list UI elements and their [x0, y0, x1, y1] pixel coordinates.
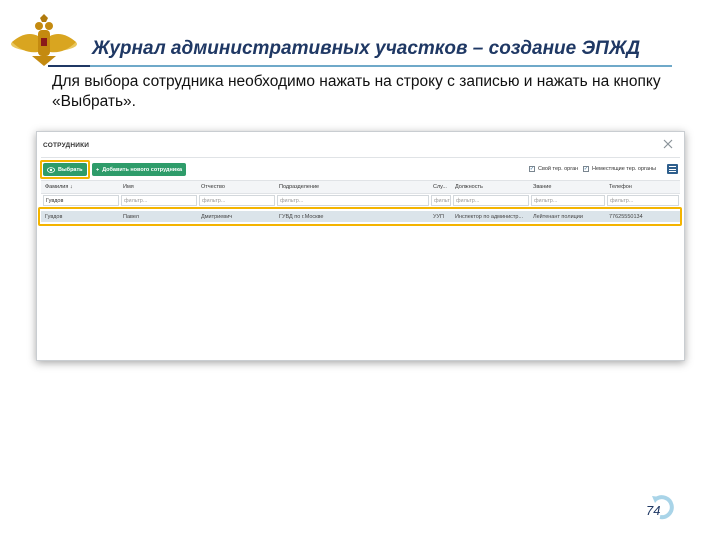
checkbox-own-territory-box[interactable]: ✓ [529, 166, 535, 172]
column-header-surname[interactable]: Фамилия ↓ [43, 181, 119, 193]
column-header-phone[interactable]: Телефон [607, 181, 679, 193]
selected-row-highlight [38, 207, 682, 226]
column-header-rank[interactable]: Звание [531, 181, 605, 193]
double-headed-eagle-emblem [11, 14, 77, 66]
column-header-patronymic[interactable]: Отчество [199, 181, 275, 193]
filter-rank-input[interactable]: фильтр... [531, 195, 605, 206]
select-button-highlight [40, 160, 90, 179]
page-number: 74 [646, 503, 661, 518]
column-header-department[interactable]: Подразделение [277, 181, 429, 193]
close-icon[interactable] [662, 138, 674, 150]
add-employee-button-label: Добавить нового сотрудника [102, 166, 182, 173]
title-underline [48, 65, 672, 67]
checkbox-own-territory[interactable]: ✓ Свой тер. орган [529, 166, 578, 172]
add-employee-button[interactable]: Добавить нового сотрудника [92, 163, 186, 176]
title-underline-accent [48, 65, 90, 67]
instruction-text: Для выбора сотрудника необходимо нажать … [52, 73, 661, 110]
plus-icon [96, 168, 99, 171]
filter-department-input[interactable]: фильтр... [277, 195, 429, 206]
checkbox-other-territories[interactable]: ✓ Неместящие тер. органы [583, 166, 656, 172]
filter-surname-input[interactable]: Гувдов [43, 195, 119, 206]
column-header-service[interactable]: Слу... [431, 181, 451, 193]
filter-service-input[interactable]: фильт [431, 195, 451, 206]
table-header: Фамилия ↓ Имя Отчество Подразделение Слу… [41, 180, 680, 194]
filter-name-input[interactable]: фильтр... [121, 195, 197, 206]
column-header-position[interactable]: Должность [453, 181, 529, 193]
dialog-title: СОТРУДНИКИ [43, 142, 90, 149]
column-menu-icon[interactable] [667, 164, 678, 174]
filter-patronymic-input[interactable]: фильтр... [199, 195, 275, 206]
employees-dialog: СОТРУДНИКИ Выбрать Добавить нового сотру… [36, 131, 685, 361]
dialog-divider [41, 157, 680, 158]
checkbox-own-territory-label: Свой тер. орган [538, 166, 579, 172]
filter-row: Гувдов фильтр... фильтр... фильтр... фил… [41, 195, 680, 207]
filter-position-input[interactable]: фильтр... [453, 195, 529, 206]
filter-phone-input[interactable]: фильтр... [607, 195, 679, 206]
checkbox-other-territories-box[interactable]: ✓ [583, 166, 589, 172]
slide-title: Журнал административных участков – созда… [92, 38, 641, 59]
column-header-name[interactable]: Имя [121, 181, 197, 193]
checkbox-other-territories-label: Неместящие тер. органы [592, 166, 656, 172]
